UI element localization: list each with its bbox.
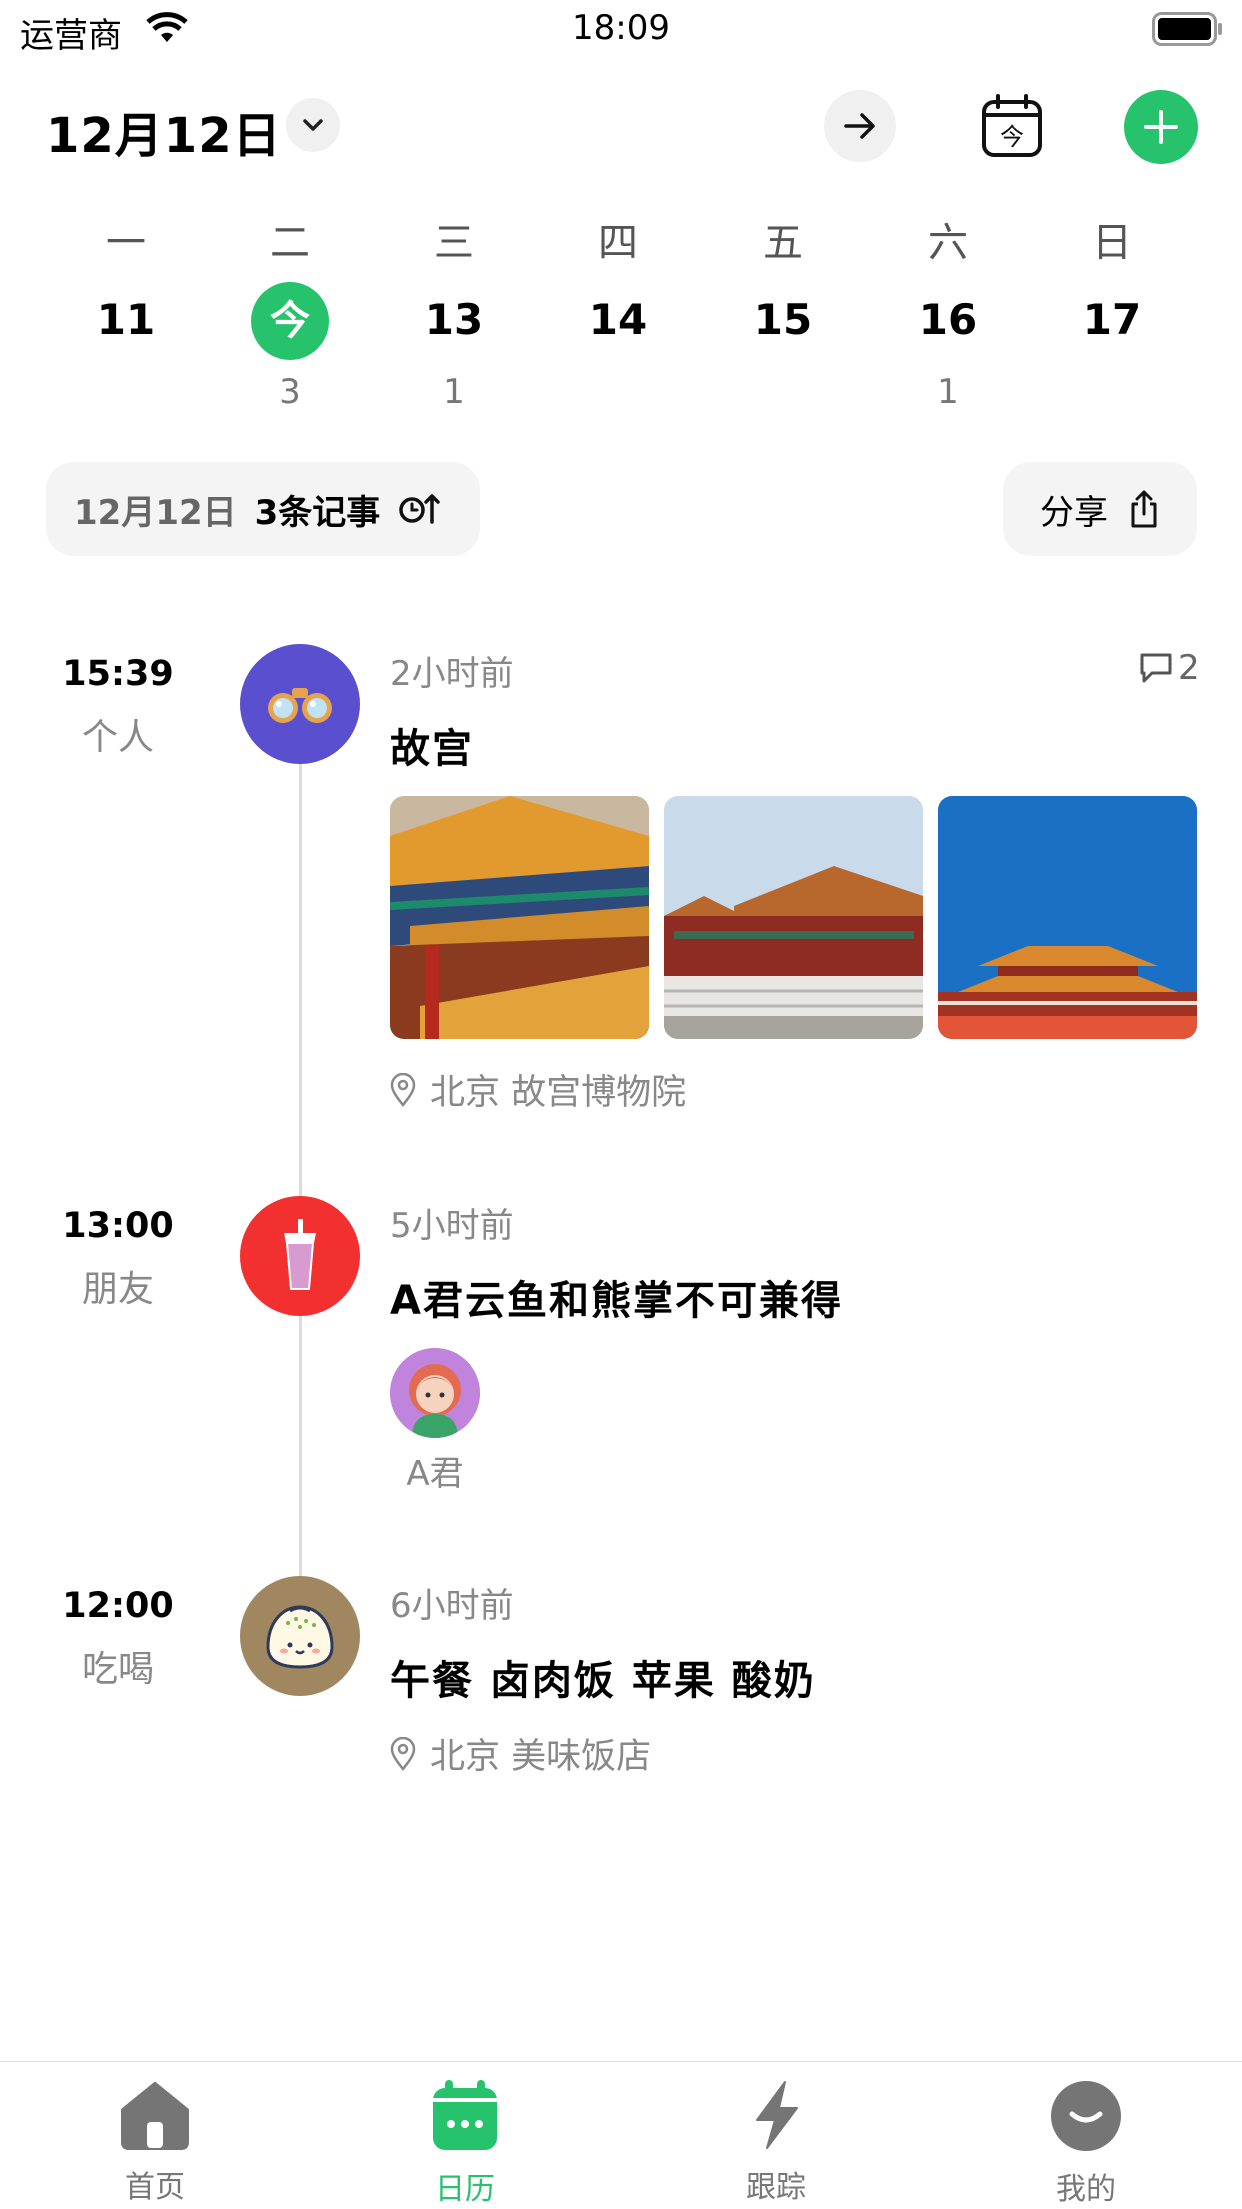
event-title[interactable]: A君云鱼和熊掌不可兼得 — [390, 1268, 843, 1326]
comment-icon — [1140, 653, 1172, 683]
weekday-label: 五 — [763, 220, 803, 266]
event-photo[interactable] — [390, 796, 649, 1039]
weekday-label: 一 — [106, 220, 146, 266]
event-photo[interactable] — [664, 796, 923, 1039]
weekday-label: 六 — [928, 220, 968, 266]
weekday-label: 日 — [1092, 220, 1132, 266]
event-title[interactable]: 故宫 — [390, 716, 474, 774]
tab-home[interactable]: 首页 — [65, 2080, 245, 2206]
event-category: 个人 — [81, 717, 154, 758]
event-time-block: 12:00 吃喝 — [48, 1586, 188, 1692]
add-note-button[interactable] — [1124, 90, 1198, 164]
event-title[interactable]: 午餐 卤肉饭 苹果 酸奶 — [390, 1648, 816, 1706]
summary-count: 3条记事 — [254, 492, 381, 533]
event-time: 12:00 — [62, 1586, 174, 1626]
tab-label: 我的 — [1056, 2172, 1116, 2207]
smile-icon — [1051, 2081, 1121, 2151]
day-cell[interactable]: 15 — [701, 290, 865, 370]
calendar-icon — [433, 2080, 497, 2150]
event-category: 朋友 — [81, 1269, 154, 1310]
event-category-icon — [240, 1576, 360, 1696]
event-category: 吃喝 — [81, 1649, 154, 1690]
weekday-label: 四 — [598, 220, 638, 266]
day-cell[interactable]: 11 — [44, 290, 208, 370]
share-button[interactable]: 分享 — [1003, 462, 1197, 556]
tab-label: 首页 — [125, 2170, 185, 2205]
event-time: 13:00 — [62, 1206, 174, 1246]
tab-track[interactable]: 跟踪 — [686, 2080, 866, 2206]
tab-mine[interactable]: 我的 — [996, 2080, 1176, 2208]
page-title: 12月12日 — [46, 108, 282, 164]
comment-count[interactable]: 2 — [1138, 648, 1200, 688]
lightning-icon — [756, 2081, 798, 2149]
tab-calendar[interactable]: 日历 — [375, 2080, 555, 2208]
event-relative-time: 2小时前 — [390, 654, 514, 694]
share-label: 分享 — [1040, 492, 1108, 533]
location-pin-icon — [390, 1736, 416, 1771]
arrow-right-icon — [844, 113, 875, 139]
date-dropdown-button[interactable] — [286, 98, 340, 152]
avatar[interactable] — [390, 1348, 480, 1438]
day-cell[interactable]: 16 — [866, 290, 1030, 370]
home-icon — [121, 2082, 189, 2150]
svg-text:今: 今 — [1000, 123, 1024, 151]
day-note-count: 3 — [279, 372, 301, 412]
binoculars-icon — [268, 688, 332, 723]
tab-bar: 首页 日历 跟踪 我的 — [0, 2061, 1242, 2209]
calendar-today-icon: 今 — [982, 94, 1042, 157]
today-marker: 今 — [251, 282, 329, 360]
person-name: A君 — [406, 1454, 464, 1494]
sort-time-icon[interactable] — [398, 492, 441, 526]
day-cell[interactable]: 13 — [372, 290, 536, 370]
location-pin-icon — [390, 1072, 416, 1107]
day-cell[interactable]: 14 — [536, 290, 700, 370]
event-relative-time: 6小时前 — [390, 1586, 514, 1626]
day-cell[interactable]: 17 — [1030, 290, 1194, 370]
event-photo[interactable] — [938, 796, 1197, 1039]
day-summary[interactable]: 12月12日 3条记事 — [46, 462, 480, 556]
event-category-icon — [240, 1196, 360, 1316]
today-calendar-button[interactable]: 今 — [976, 90, 1048, 162]
plus-icon — [1144, 110, 1178, 144]
event-relative-time: 5小时前 — [390, 1206, 514, 1246]
comment-count-value: 2 — [1178, 648, 1200, 688]
event-time: 15:39 — [62, 654, 174, 694]
tab-label: 日历 — [435, 2172, 495, 2207]
event-category-icon — [240, 644, 360, 764]
next-week-button[interactable] — [824, 90, 896, 162]
status-time: 18:09 — [572, 8, 670, 48]
drink-cup-icon — [284, 1219, 316, 1290]
bun-icon — [266, 1605, 334, 1669]
event-time-block: 15:39 个人 — [48, 654, 188, 760]
event-location-text: 北京 美味饭店 — [430, 1737, 652, 1777]
tab-label: 跟踪 — [746, 2170, 806, 2205]
day-note-count: 1 — [937, 372, 959, 412]
weekday-label: 二 — [270, 220, 310, 266]
weekday-label: 三 — [434, 220, 474, 266]
battery-icon — [1152, 12, 1222, 46]
event-location-text: 北京 故宫博物院 — [430, 1073, 687, 1113]
chevron-down-icon — [303, 119, 323, 131]
share-icon — [1131, 490, 1157, 528]
event-time-block: 13:00 朋友 — [48, 1206, 188, 1312]
week-strip: 一 二 三 四 五 六 日 11 今 13 14 15 16 17 3 1 1 — [0, 210, 1242, 420]
summary-date: 12月12日 — [74, 492, 237, 533]
timeline-line — [299, 760, 302, 1580]
event-location[interactable]: 北京 故宫博物院 — [390, 1064, 686, 1115]
day-cell-today[interactable]: 今 — [208, 282, 372, 370]
day-note-count: 1 — [443, 372, 465, 412]
event-location[interactable]: 北京 美味饭店 — [390, 1728, 651, 1779]
